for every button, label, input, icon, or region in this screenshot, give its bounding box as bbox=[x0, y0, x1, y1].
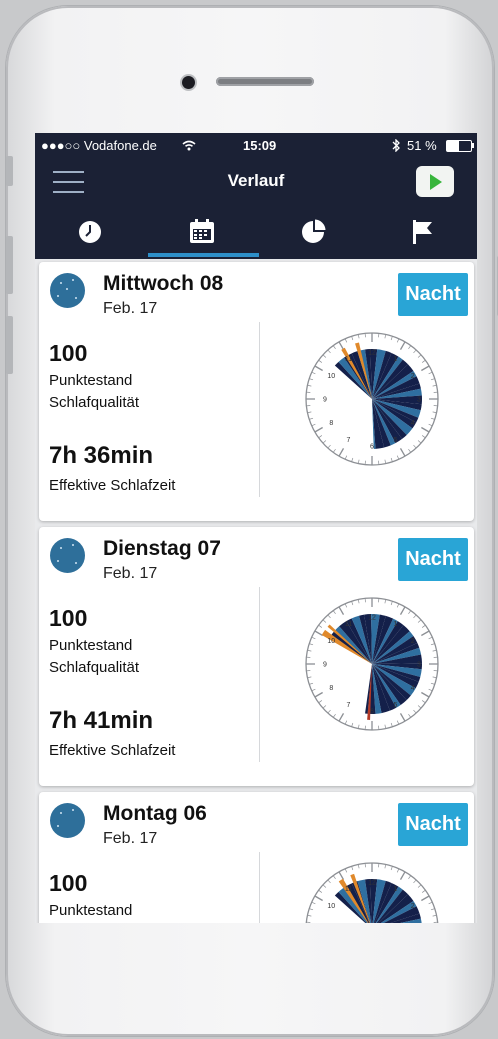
clock-number: 1 bbox=[394, 356, 398, 363]
tab-clock[interactable] bbox=[35, 207, 145, 259]
volume-up-button bbox=[6, 236, 13, 294]
sleep-clock-chart: 121234567891011 bbox=[305, 597, 439, 731]
clock-number: 2 bbox=[411, 373, 415, 380]
battery-icon bbox=[446, 140, 472, 152]
clock-number: 7 bbox=[347, 437, 351, 444]
clock-number: 9 bbox=[323, 397, 327, 404]
sleep-clock-chart: 121234567891011 bbox=[305, 862, 439, 923]
score-value: 100 bbox=[49, 605, 88, 631]
tab-bar bbox=[35, 207, 477, 259]
flag-icon bbox=[413, 220, 432, 244]
bluetooth-icon bbox=[392, 139, 400, 152]
earpiece-speaker bbox=[216, 77, 314, 86]
clock-number: 5 bbox=[394, 437, 398, 444]
nav-bar: Verlauf bbox=[35, 157, 477, 207]
clock-number: 8 bbox=[329, 685, 333, 692]
night-badge[interactable]: Nacht bbox=[398, 803, 468, 846]
clock-icon bbox=[79, 221, 101, 243]
night-sky-avatar bbox=[50, 273, 85, 308]
pie-chart-icon bbox=[302, 219, 326, 243]
card-date: Feb. 17 bbox=[103, 565, 158, 582]
carrier-label: ●●●○○ Vodafone.de bbox=[41, 138, 157, 153]
card-date: Feb. 17 bbox=[103, 300, 158, 317]
divider bbox=[259, 322, 260, 497]
clock-number: 7 bbox=[347, 702, 351, 709]
night-badge[interactable]: Nacht bbox=[398, 273, 468, 316]
clock-number: 10 bbox=[327, 638, 335, 645]
clock-number: 12 bbox=[368, 880, 376, 887]
divider bbox=[259, 587, 260, 762]
sleep-card[interactable]: Mittwoch 08 Feb. 17 Nacht 100 Punktestan… bbox=[39, 262, 474, 521]
tab-stats[interactable] bbox=[258, 207, 368, 259]
clock-number: 3 bbox=[417, 397, 421, 404]
battery-percent: 51 % bbox=[407, 138, 437, 153]
app-screen: ●●●○○ Vodafone.de 15:09 51 % Verlauf Mit… bbox=[35, 133, 477, 923]
clock-number: 12 bbox=[368, 615, 376, 622]
score-label: Punktestand bbox=[49, 902, 133, 919]
sleep-duration: 7h 36min bbox=[49, 442, 154, 469]
clock-number: 10 bbox=[327, 373, 335, 380]
page-title: Verlauf bbox=[227, 171, 285, 190]
clock-number: 11 bbox=[345, 621, 352, 628]
wifi-icon bbox=[182, 140, 196, 151]
clock-number: 5 bbox=[394, 702, 398, 709]
clock-number: 11 bbox=[345, 886, 352, 893]
phone-chin bbox=[35, 923, 477, 1013]
play-button[interactable] bbox=[416, 166, 454, 197]
score-label: Punktestand bbox=[49, 637, 133, 654]
clock-number: 6 bbox=[370, 709, 374, 716]
clock-number: 11 bbox=[345, 356, 352, 363]
tab-goals[interactable] bbox=[367, 207, 477, 259]
mute-switch bbox=[6, 156, 13, 186]
card-date: Feb. 17 bbox=[103, 830, 158, 847]
card-day: Montag 06 bbox=[103, 802, 207, 825]
sleep-duration-label: Effektive Schlafzeit bbox=[49, 477, 176, 494]
clock-number: 10 bbox=[327, 903, 335, 910]
clock-number: 12 bbox=[368, 350, 376, 357]
night-sky-avatar bbox=[50, 803, 85, 838]
status-bar: ●●●○○ Vodafone.de 15:09 51 % bbox=[35, 133, 477, 157]
clock-number: 4 bbox=[411, 685, 415, 692]
clock-number: 2 bbox=[411, 638, 415, 645]
sleep-clock-chart: 121234567891011 bbox=[305, 332, 439, 466]
sleep-card[interactable]: Montag 06 Feb. 17 Nacht 100 Punktestand … bbox=[39, 792, 474, 923]
clock-number: 1 bbox=[394, 621, 398, 628]
sleep-duration-label: Effektive Schlafzeit bbox=[49, 742, 176, 759]
tab-calendar[interactable] bbox=[147, 207, 257, 259]
clock-number: 1 bbox=[394, 886, 398, 893]
clock-number: 3 bbox=[417, 662, 421, 669]
clock-number: 9 bbox=[323, 662, 327, 669]
status-time: 15:09 bbox=[243, 138, 277, 153]
calendar-icon bbox=[190, 219, 214, 243]
volume-down-button bbox=[6, 316, 13, 374]
sleep-card[interactable]: Dienstag 07 Feb. 17 Nacht 100 Punktestan… bbox=[39, 527, 474, 786]
score-label: Punktestand bbox=[49, 372, 133, 389]
score-value: 100 bbox=[49, 340, 88, 366]
clock-number: 4 bbox=[411, 420, 415, 427]
night-sky-avatar bbox=[50, 538, 85, 573]
clock-number: 8 bbox=[329, 420, 333, 427]
card-day: Mittwoch 08 bbox=[103, 272, 224, 295]
divider bbox=[259, 852, 260, 923]
sleep-duration: 7h 41min bbox=[49, 707, 154, 734]
front-camera bbox=[182, 76, 195, 89]
night-badge[interactable]: Nacht bbox=[398, 538, 468, 581]
quality-label: Schlafqualität bbox=[49, 659, 140, 676]
score-value: 100 bbox=[49, 870, 88, 896]
clock-number: 6 bbox=[370, 444, 374, 451]
active-tab-indicator bbox=[148, 253, 259, 257]
clock-number: 2 bbox=[411, 903, 415, 910]
quality-label: Schlafqualität bbox=[49, 394, 140, 411]
card-day: Dienstag 07 bbox=[103, 537, 221, 560]
